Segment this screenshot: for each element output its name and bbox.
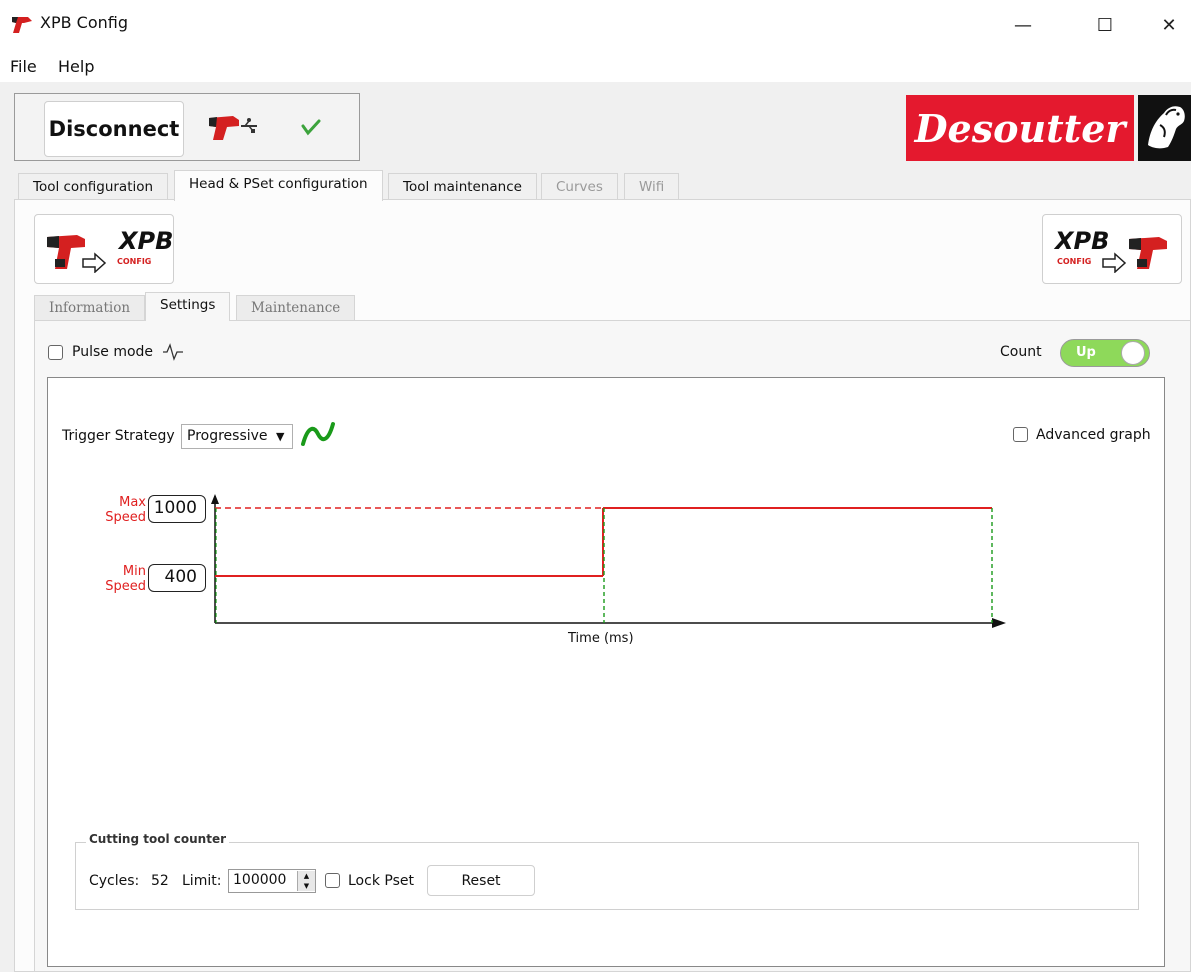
count-toggle-knob[interactable] xyxy=(1121,341,1145,365)
menu-bar xyxy=(0,50,1191,82)
subtab-maintenance[interactable]: Maintenance xyxy=(236,295,356,320)
drill-app-icon xyxy=(12,17,32,33)
horse-logo-icon xyxy=(1138,95,1191,161)
advanced-graph-label: Advanced graph xyxy=(1036,427,1151,443)
pulse-mode-label: Pulse mode xyxy=(72,344,154,360)
max-speed-label: Max Speed xyxy=(96,495,146,525)
limit-label: Limit: xyxy=(182,873,222,889)
pulse-wave-icon xyxy=(163,343,183,361)
max-speed-label-line1: Max xyxy=(119,495,146,510)
drill-to-xpb-icon xyxy=(47,235,107,273)
pulse-mode-checkbox[interactable] xyxy=(48,345,63,360)
disconnect-button[interactable]: Disconnect xyxy=(44,101,184,157)
max-speed-input[interactable]: 1000 xyxy=(148,495,206,523)
max-speed-label-line2: Speed xyxy=(105,510,146,525)
minimize-button[interactable]: — xyxy=(1001,8,1045,42)
progressive-curve-icon xyxy=(301,422,335,446)
tab-wifi[interactable]: Wifi xyxy=(624,173,680,199)
receive-from-xpb-button[interactable]: XPB CONFIG xyxy=(1042,214,1182,284)
min-speed-label-line2: Speed xyxy=(105,579,146,594)
y-axis-arrow-icon xyxy=(211,494,219,504)
chevron-down-icon: ▼ xyxy=(276,430,285,443)
lock-pset-checkbox[interactable] xyxy=(325,873,340,888)
window-title: XPB Config xyxy=(40,13,129,32)
cycles-value: 52 xyxy=(151,873,169,889)
min-speed-label: Min Speed xyxy=(96,564,146,594)
xpb-to-drill-icon xyxy=(1102,237,1167,273)
trigger-strategy-value: Progressive xyxy=(187,428,268,444)
xpb-left-title: XPB xyxy=(119,227,174,255)
time-axis-label: Time (ms) xyxy=(568,631,634,646)
menu-help[interactable]: Help xyxy=(58,57,94,76)
tab-tool-maintenance[interactable]: Tool maintenance xyxy=(388,173,537,199)
x-axis-arrow-icon xyxy=(992,618,1006,628)
trigger-strategy-select[interactable]: Progressive ▼ xyxy=(181,424,293,449)
advanced-graph-checkbox[interactable] xyxy=(1013,427,1028,442)
limit-spinbox[interactable]: 100000 ▲ ▼ xyxy=(228,869,316,893)
subtab-settings[interactable]: Settings xyxy=(145,292,231,321)
min-speed-label-line1: Min xyxy=(122,564,146,579)
count-label: Count xyxy=(1000,344,1042,360)
cutting-tool-counter-title: Cutting tool counter xyxy=(86,832,229,846)
trigger-strategy-label: Trigger Strategy xyxy=(62,428,175,444)
xpb-right-subtitle: CONFIG xyxy=(1057,257,1092,266)
xpb-left-subtitle: CONFIG xyxy=(117,257,152,266)
speed-graph xyxy=(211,494,1006,628)
desoutter-logo: Desoutter xyxy=(906,95,1134,161)
min-speed-input[interactable]: 400 xyxy=(148,564,206,592)
count-toggle-label: Up xyxy=(1076,345,1096,360)
menu-file[interactable]: File xyxy=(10,57,37,76)
lock-pset-label: Lock Pset xyxy=(348,873,414,889)
drill-usb-icon xyxy=(209,116,257,140)
tab-head-pset-configuration[interactable]: Head & PSet configuration xyxy=(174,170,383,201)
reset-button[interactable]: Reset xyxy=(427,865,535,896)
spin-arrows-icon[interactable]: ▲ ▼ xyxy=(297,871,315,891)
check-icon xyxy=(301,119,321,136)
maximize-button[interactable]: ☐ xyxy=(1083,8,1127,42)
send-to-xpb-button[interactable]: XPB CONFIG xyxy=(34,214,174,284)
subtab-information[interactable]: Information xyxy=(34,295,146,320)
tab-curves[interactable]: Curves xyxy=(541,173,618,199)
cycles-label: Cycles: xyxy=(89,873,140,889)
tab-tool-configuration[interactable]: Tool configuration xyxy=(18,173,169,199)
limit-value: 100000 xyxy=(233,872,287,888)
close-button[interactable]: ✕ xyxy=(1147,8,1191,42)
